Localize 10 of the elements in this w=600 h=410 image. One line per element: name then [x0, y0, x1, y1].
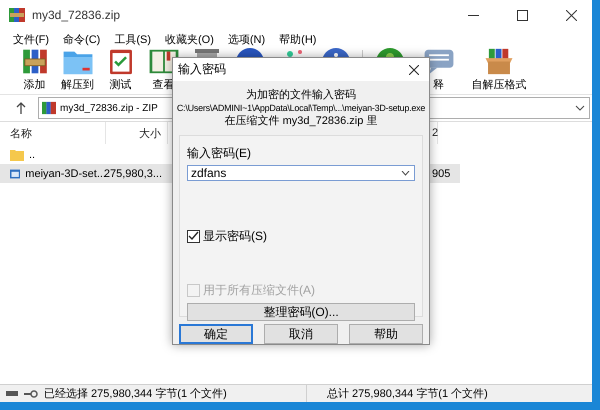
file-name: ..: [29, 148, 36, 160]
message-text: C:\Users\ADMINI~1\AppData\Local\Temp\...\meiyan-3D-setup.exe: [176, 102, 426, 114]
file-size: 275,980,3...: [104, 168, 162, 180]
field-label: 输入密码(E): [187, 145, 252, 162]
table-cell: 905: [432, 168, 450, 180]
status-text: 已经选择 275,980,344 字节(1 个文件): [44, 386, 227, 401]
file-name: meiyan-3D-set...: [25, 168, 106, 180]
window-title: my3d_72836.zip: [32, 8, 122, 22]
status-text: 总计 275,980,344 字节(1 个文件): [327, 388, 488, 400]
dialog-title: 输入密码: [178, 61, 226, 78]
